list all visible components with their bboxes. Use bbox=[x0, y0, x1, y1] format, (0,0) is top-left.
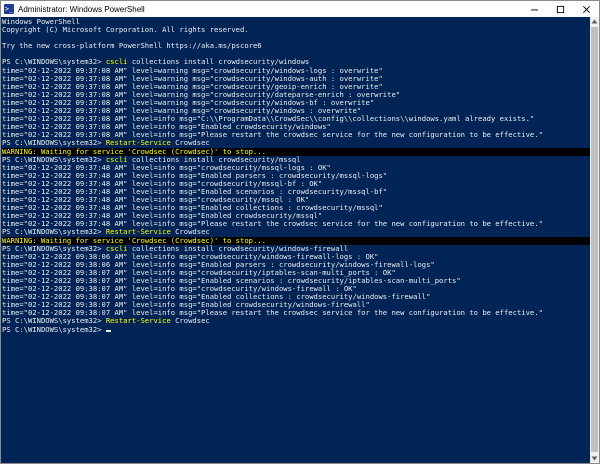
close-icon bbox=[582, 5, 590, 13]
maximize-icon bbox=[556, 5, 564, 13]
prompt-text: PS C:\WINDOWS\system32> bbox=[2, 324, 106, 334]
title-bar[interactable]: >_ Administrator: Windows PowerShell bbox=[1, 1, 599, 17]
minimize-button[interactable] bbox=[521, 1, 547, 17]
command-args: Crowdsec bbox=[170, 316, 210, 326]
vertical-scrollbar[interactable] bbox=[590, 17, 599, 463]
scroll-up-icon bbox=[591, 19, 598, 24]
minimize-icon bbox=[530, 9, 538, 10]
window-title: Administrator: Windows PowerShell bbox=[18, 4, 145, 14]
window-controls bbox=[521, 1, 599, 17]
scroll-up-button[interactable] bbox=[590, 17, 599, 26]
output-line: Try the new cross-platform PowerShell ht… bbox=[2, 41, 262, 51]
scroll-down-icon bbox=[591, 456, 598, 461]
close-button[interactable] bbox=[573, 1, 599, 17]
command-name: Restart-Service bbox=[105, 316, 171, 326]
console-lines: Windows PowerShell Copyright (C) Microsof… bbox=[1, 17, 590, 334]
scrollbar-thumb[interactable] bbox=[591, 27, 598, 452]
scroll-down-button[interactable] bbox=[590, 454, 599, 463]
text-cursor bbox=[105, 329, 111, 332]
console-output[interactable]: Windows PowerShell Copyright (C) Microsof… bbox=[1, 17, 590, 463]
maximize-button[interactable] bbox=[547, 1, 573, 17]
powershell-icon-glyph: >_ bbox=[4, 4, 14, 13]
powershell-icon[interactable]: >_ bbox=[4, 4, 14, 14]
prompt-line: PS C:\WINDOWS\system32> bbox=[2, 324, 590, 334]
output-line: Copyright (C) Microsoft Corporation. All… bbox=[2, 25, 249, 35]
powershell-window: >_ Administrator: Windows PowerShell Win… bbox=[0, 0, 600, 464]
